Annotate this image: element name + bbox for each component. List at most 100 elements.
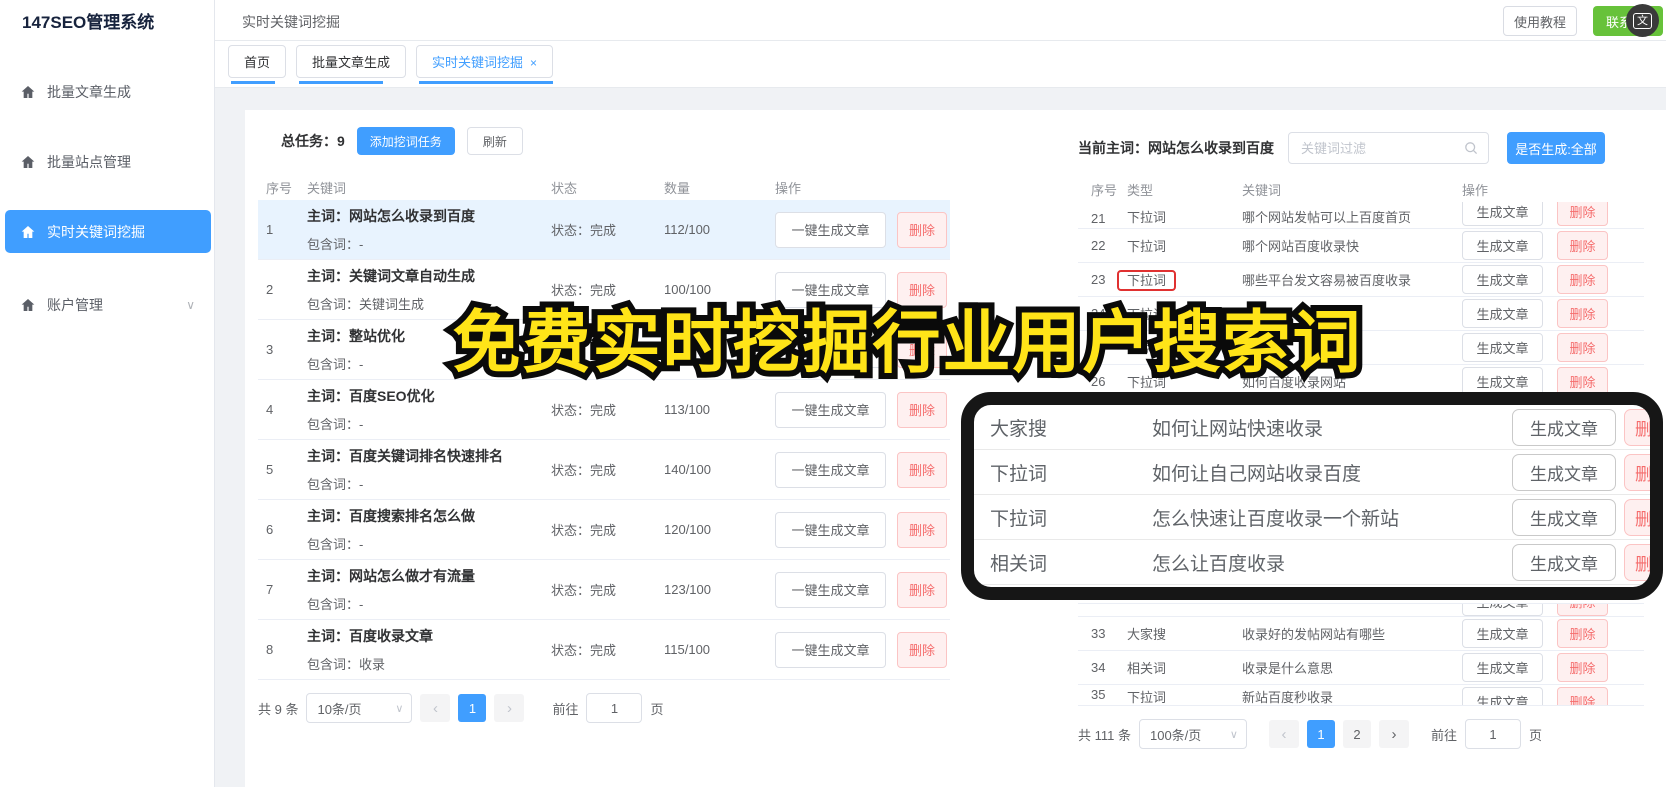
delete-button[interactable]: 删除 (1557, 299, 1608, 328)
generate-article-button[interactable]: 一键生成文章 (775, 211, 886, 248)
delete-button[interactable]: 删除 (897, 451, 947, 488)
generate-article-button[interactable]: 生成文章 (1462, 333, 1543, 362)
delete-button[interactable]: 删除 (897, 391, 947, 428)
row-index: 4 (266, 402, 274, 417)
row-index: 24 (1091, 306, 1106, 321)
page-size-select[interactable]: 100条/页 ∨ (1138, 719, 1247, 749)
generate-article-button[interactable]: 生成文章 (1462, 653, 1543, 682)
refresh-button[interactable]: 刷新 (466, 127, 523, 155)
row-status: 状态：完成 (551, 283, 617, 298)
page-number[interactable]: 1 (1306, 720, 1335, 748)
table-row[interactable]: 23 下拉词 哪些平台发文容易被百度收录 生成文章 删除 (1078, 263, 1644, 297)
main-keyword: 主词：网站怎么做才有流量 (307, 568, 475, 584)
generate-article-button[interactable]: 一键生成文章 (775, 271, 886, 308)
generate-article-button[interactable]: 生成文章 (1512, 543, 1616, 581)
sidebar-item[interactable]: 实时关键词挖掘 (5, 210, 211, 253)
delete-button[interactable]: 删除 (1624, 408, 1650, 446)
generate-article-button[interactable]: 生成文章 (1512, 408, 1616, 446)
generate-article-button[interactable]: 生成文章 (1462, 687, 1543, 705)
generate-article-button[interactable]: 一键生成文章 (775, 451, 886, 488)
delete-button[interactable]: 删除 (897, 331, 947, 368)
table-row[interactable]: 2 主词：关键词文章自动生成 包含词：关键词生成 状态：完成 100/100 一… (258, 260, 950, 320)
generate-article-button[interactable]: 生成文章 (1462, 604, 1543, 616)
page-size-select[interactable]: 10条/页 ∨ (306, 693, 413, 723)
page-number[interactable]: 1 (458, 694, 487, 722)
row-keyword: 主词：整站优化 包含词：- (307, 326, 551, 373)
goto-page-input[interactable] (586, 693, 643, 723)
delete-button[interactable]: 删除 (897, 511, 947, 548)
delete-button[interactable]: 删除 (1557, 333, 1608, 362)
generate-article-button[interactable]: 生成文章 (1512, 453, 1616, 491)
task-panel: 总任务：9 添加挖词任务 刷新 序号 关键词 状态 数量 操作 1 主词：网站怎… (258, 126, 950, 723)
generate-article-button[interactable]: 一键生成文章 (775, 571, 886, 608)
current-main-keyword: 当前主词：网站怎么收录到百度 (1078, 140, 1274, 156)
delete-button[interactable]: 删除 (1557, 619, 1608, 648)
generate-article-button[interactable]: 生成文章 (1462, 202, 1543, 226)
delete-button[interactable]: 删除 (1557, 265, 1608, 294)
prev-page-button[interactable]: ‹ (1268, 720, 1299, 748)
table-row[interactable]: 7 主词：网站怎么做才有流量 包含词：- 状态：完成 123/100 一键生成文… (258, 560, 950, 620)
table-row[interactable]: 21 下拉词 哪个网站发帖可以上百度首页 生成文章 删除 (1078, 202, 1644, 229)
close-icon[interactable]: × (530, 56, 537, 70)
generate-article-button[interactable]: 一键生成文章 (775, 511, 886, 548)
generate-article-button[interactable]: 生成文章 (1462, 265, 1543, 294)
table-row[interactable]: 24 下拉词 生成文章 删除 (1078, 297, 1644, 331)
delete-button[interactable]: 删除 (1624, 453, 1650, 491)
delete-button[interactable]: 删除 (1557, 604, 1608, 616)
main-keyword: 主词：百度SEO优化 (307, 388, 435, 404)
generate-all-button[interactable]: 是否生成:全部 (1507, 132, 1605, 164)
sidebar-item-label: 账户管理 (47, 296, 103, 313)
keyword-toolbar: 当前主词：网站怎么收录到百度 是否生成:全部 (1078, 132, 1644, 164)
sidebar-item[interactable]: 批量文章生成 (5, 70, 211, 113)
table-row[interactable]: 4 主词：百度SEO优化 包含词：- 状态：完成 113/100 一键生成文章 … (258, 380, 950, 440)
delete-button[interactable]: 删除 (1557, 231, 1608, 260)
generate-article-button[interactable]: 一键生成文章 (775, 631, 886, 668)
generate-article-button[interactable]: 生成文章 (1462, 231, 1543, 260)
next-page-button[interactable]: › (494, 694, 525, 722)
tutorial-button[interactable]: 使用教程 (1503, 6, 1577, 36)
delete-button[interactable]: 删除 (897, 631, 947, 668)
table-row[interactable]: 35 下拉词 新站百度秒收录 生成文章 删除 (1078, 685, 1644, 706)
tab[interactable]: 首页 (228, 44, 287, 84)
table-row[interactable]: 22 下拉词 哪个网站百度收录快 生成文章 删除 (1078, 229, 1644, 263)
table-row[interactable]: 5 主词：百度关键词排名快速排名 包含词：- 状态：完成 140/100 一键生… (258, 440, 950, 500)
next-page-button[interactable]: › (1378, 720, 1409, 748)
row-keyword: 怎么快速让百度收录一个新站 (1152, 508, 1400, 530)
table-row[interactable]: 34 相关词 收录是什么意思 生成文章 删除 (1078, 651, 1644, 685)
generate-article-button[interactable]: 一键生成文章 (775, 331, 886, 368)
sidebar-item[interactable]: 账户管理 ∨ (5, 283, 211, 326)
table-row[interactable]: 6 主词：百度搜索排名怎么做 包含词：- 状态：完成 120/100 一键生成文… (258, 500, 950, 560)
delete-button[interactable]: 删除 (1557, 653, 1608, 682)
row-status: 状态：完成 (551, 223, 617, 238)
row-index: 22 (1091, 238, 1106, 253)
generate-article-button[interactable]: 生成文章 (1512, 498, 1616, 536)
row-type: 下拉词 (990, 463, 1048, 485)
tab[interactable]: 批量文章生成 (296, 44, 407, 84)
add-task-button[interactable]: 添加挖词任务 (356, 127, 455, 155)
delete-button[interactable]: 删除 (897, 211, 947, 248)
delete-button[interactable]: 删除 (1557, 202, 1608, 226)
generate-article-button[interactable]: 生成文章 (1462, 619, 1543, 648)
table-row[interactable]: 8 主词：百度收录文章 包含词：收录 状态：完成 115/100 一键生成文章 … (258, 620, 950, 680)
task-table-body: 1 主词：网站怎么收录到百度 包含词：- 状态：完成 112/100 一键生成文… (258, 200, 950, 680)
prev-page-button[interactable]: ‹ (420, 694, 451, 722)
page-number[interactable]: 2 (1342, 720, 1371, 748)
table-row[interactable]: 25 大家搜 生成文章 删除 (1078, 331, 1644, 365)
keyword-filter-input[interactable] (1288, 132, 1489, 164)
sidebar-item[interactable]: 批量站点管理 (5, 140, 211, 183)
table-row[interactable]: 1 主词：网站怎么收录到百度 包含词：- 状态：完成 112/100 一键生成文… (258, 200, 950, 260)
generate-article-button[interactable]: 生成文章 (1462, 299, 1543, 328)
sidebar-item-label: 批量文章生成 (47, 83, 131, 100)
floating-widget-icon[interactable]: 文 (1626, 4, 1659, 37)
delete-button[interactable]: 删除 (1624, 543, 1650, 581)
table-row[interactable]: 33 大家搜 收录好的发帖网站有哪些 生成文章 删除 (1078, 617, 1644, 651)
delete-button[interactable]: 删除 (1624, 498, 1650, 536)
table-row[interactable]: 生成文章 删除 (1078, 604, 1644, 617)
delete-button[interactable]: 删除 (897, 571, 947, 608)
delete-button[interactable]: 删除 (1557, 687, 1608, 705)
tab[interactable]: 实时关键词挖掘 × (416, 44, 554, 84)
generate-article-button[interactable]: 一键生成文章 (775, 391, 886, 428)
table-row[interactable]: 3 主词：整站优化 包含词：- 状态：完成 一键生成文章 删除 (258, 320, 950, 380)
delete-button[interactable]: 删除 (897, 271, 947, 308)
goto-page-input[interactable] (1465, 719, 1521, 749)
